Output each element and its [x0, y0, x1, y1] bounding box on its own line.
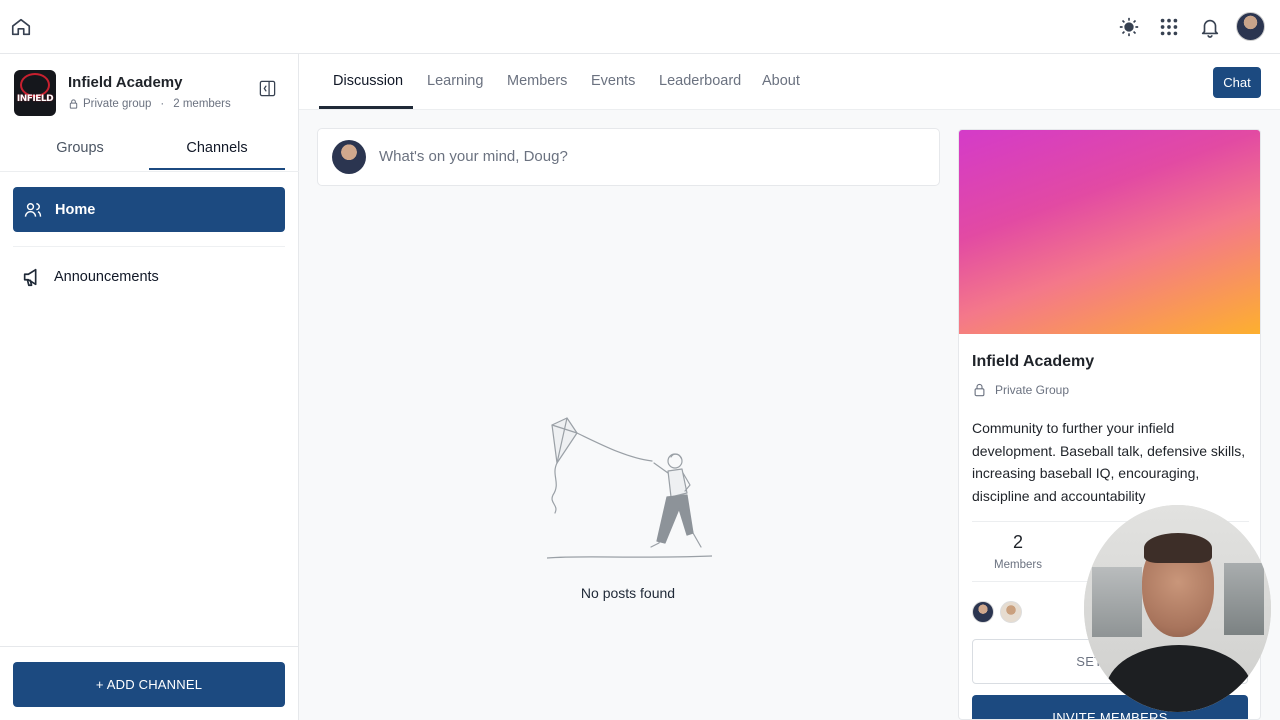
- webcam-overlay: [1084, 505, 1271, 712]
- tab-groups[interactable]: Groups: [12, 140, 148, 156]
- empty-state-text: No posts found: [580, 585, 676, 601]
- webcam-wall-art: [1224, 563, 1264, 635]
- lock-icon: [69, 99, 78, 109]
- sidebar-footer-divider: [0, 646, 299, 647]
- channel-label: Announcements: [54, 269, 159, 285]
- member-avatar[interactable]: [1000, 601, 1022, 623]
- chat-button[interactable]: Chat: [1213, 67, 1261, 98]
- channel-divider: [13, 246, 285, 247]
- lock-icon: [974, 383, 985, 397]
- tab-channels[interactable]: Channels: [149, 140, 285, 156]
- tab-leaderboard[interactable]: Leaderboard: [659, 73, 741, 89]
- tab-active-indicator: [149, 168, 285, 170]
- logo-wordmark: INFIELD: [16, 94, 54, 104]
- megaphone-icon: [23, 268, 37, 287]
- channel-label: Home: [55, 201, 96, 218]
- group-member-count: 2 members: [173, 98, 231, 110]
- composer-avatar: [332, 140, 366, 174]
- group-name: Infield Academy: [68, 74, 183, 91]
- home-icon[interactable]: [10, 16, 32, 38]
- group-meta: Private group · 2 members: [68, 98, 231, 110]
- group-privacy: Private group: [83, 98, 152, 110]
- webcam-person-hair: [1144, 533, 1212, 563]
- tab-discussion[interactable]: Discussion: [333, 73, 403, 89]
- tab-members[interactable]: Members: [507, 73, 567, 89]
- apps-grid-icon[interactable]: [1158, 16, 1180, 38]
- stat-members: 2 Members: [972, 532, 1064, 571]
- post-composer[interactable]: What's on your mind, Doug?: [317, 128, 940, 186]
- composer-placeholder: What's on your mind, Doug?: [379, 148, 568, 165]
- webcam-wall-art: [1092, 567, 1142, 637]
- channel-item-announcements[interactable]: Announcements: [13, 257, 285, 297]
- users-icon: [24, 202, 42, 217]
- tabs-divider: [0, 171, 299, 172]
- group-cover-image: [959, 130, 1260, 334]
- tab-about[interactable]: About: [762, 73, 800, 89]
- main-tabs: Discussion Learning Members Events Leade…: [299, 54, 1280, 110]
- group-logo: INFIELD: [14, 70, 56, 116]
- card-description: Community to further your infield develo…: [972, 420, 1246, 504]
- member-avatar[interactable]: [972, 601, 994, 623]
- meta-separator: ·: [160, 98, 165, 110]
- main-tab-active-indicator: [319, 106, 413, 109]
- add-channel-button[interactable]: + ADD CHANNEL: [13, 662, 285, 707]
- tab-events[interactable]: Events: [591, 73, 635, 89]
- sun-icon[interactable]: [1118, 16, 1140, 38]
- user-avatar[interactable]: [1236, 12, 1265, 41]
- card-privacy-label: Private Group: [995, 383, 1070, 397]
- sidebar: INFIELD Infield Academy Private group · …: [0, 54, 299, 720]
- empty-state-illustration: [547, 417, 712, 559]
- stat-value: 2: [1012, 532, 1023, 552]
- stat-label: Members: [994, 559, 1042, 571]
- card-privacy: Private Group: [972, 382, 1069, 398]
- collapse-sidebar-icon[interactable]: [258, 79, 277, 98]
- top-bar: [0, 0, 1280, 54]
- bell-icon[interactable]: [1199, 16, 1221, 38]
- tab-learning[interactable]: Learning: [427, 73, 483, 89]
- channel-item-home[interactable]: Home: [13, 187, 285, 232]
- sidebar-tabs: Groups Channels: [12, 132, 285, 172]
- card-group-name: Infield Academy: [972, 353, 1095, 370]
